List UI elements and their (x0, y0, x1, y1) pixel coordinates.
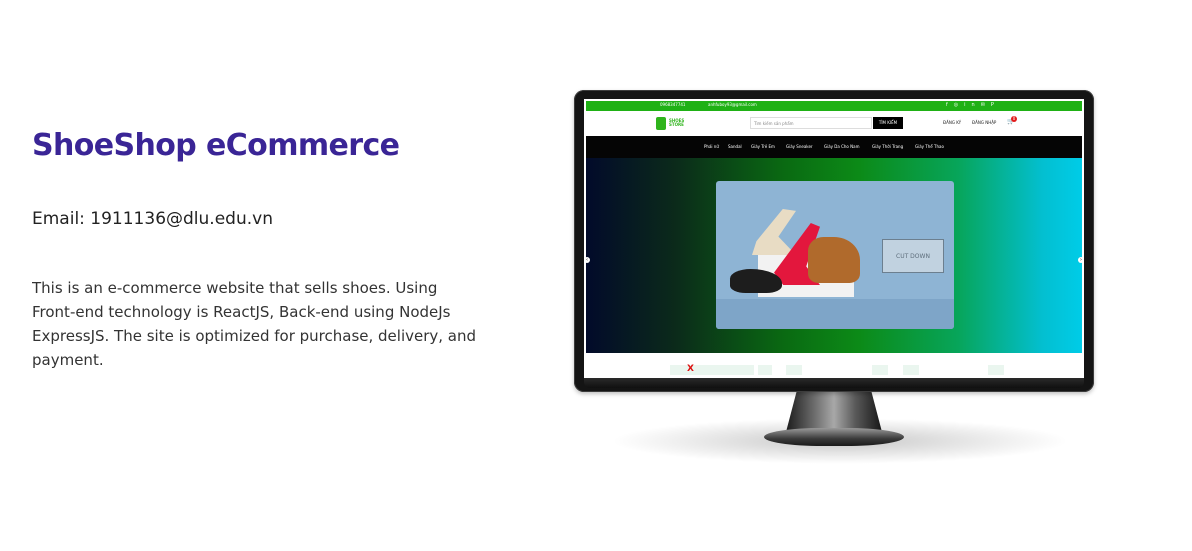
monitor-chin (584, 378, 1084, 388)
description-line: Front-end technology is ReactJS, Back-en… (32, 303, 451, 321)
project-info: ShoeShop eCommerce Email: 1911136@dlu.ed… (32, 0, 484, 551)
hero-sign: CUT DOWN (882, 239, 944, 273)
instagram-icon[interactable]: ◎ (954, 102, 964, 108)
nav-item[interactable]: Phái nữ (704, 144, 719, 149)
preview-hero-slider: ‹ › CUT DOWN (584, 158, 1084, 353)
nav-item[interactable]: Sandal (728, 144, 742, 149)
brand-tile (872, 365, 888, 375)
description-line: payment. (32, 351, 104, 369)
nav-item[interactable]: Giày Thể Thao (915, 144, 944, 149)
preview-phone: 0968347741 (660, 102, 686, 107)
brand-x-logo-icon: X (687, 364, 694, 374)
slider-prev-arrow-icon[interactable]: ‹ (584, 257, 590, 263)
facebook-icon[interactable]: f (946, 102, 954, 108)
website-preview-screen: 0968347741 anhfuboy93@gmail.com f◎in✉P S… (584, 99, 1084, 378)
preview-register-link[interactable]: ĐĂNG KÝ (943, 120, 961, 125)
brown-oxford-shoe (808, 237, 860, 283)
preview-logo-text: SHOES STORE (669, 118, 685, 127)
slider-next-arrow-icon[interactable]: › (1078, 257, 1084, 263)
beige-heel-shoe (752, 209, 796, 255)
preview-search-input[interactable]: Tìm kiếm sản phẩm (750, 117, 872, 129)
description-line: ExpressJS. The site is optimized for pur… (32, 327, 477, 345)
project-description: This is an e-commerce website that sells… (32, 276, 484, 372)
preview-email: anhfuboy93@gmail.com (708, 102, 757, 107)
brand-tile (670, 365, 754, 375)
project-email: Email: 1911136@dlu.edu.vn (32, 209, 273, 229)
pinterest-icon[interactable]: P (991, 102, 1000, 108)
preview-social-icons: f◎in✉P (946, 102, 1000, 108)
nav-item[interactable]: Giày Trẻ Em (751, 144, 775, 149)
project-title: ShoeShop eCommerce (32, 128, 400, 163)
shopping-bag-icon (656, 117, 666, 130)
monitor-stand-neck (786, 388, 882, 432)
nav-item[interactable]: Giày Sneaker (786, 144, 813, 149)
brand-tile (758, 365, 772, 375)
linkedin-icon[interactable]: in (964, 102, 981, 108)
preview-header: SHOES STORE Tìm kiếm sản phẩm TÌM KIẾM Đ… (586, 111, 1082, 135)
brand-tile (786, 365, 802, 375)
preview-logo[interactable]: SHOES STORE (656, 114, 690, 132)
preview-login-link[interactable]: ĐĂNG NHẬP (972, 120, 996, 125)
brand-tile (903, 365, 919, 375)
nav-item[interactable]: Giày Thời Trang (872, 144, 903, 149)
monitor-stand-base (764, 428, 904, 446)
description-line: This is an e-commerce website that sells… (32, 279, 438, 297)
preview-brand-strip: X (586, 353, 1082, 377)
mail-icon[interactable]: ✉ (981, 102, 991, 108)
hero-slide-image: CUT DOWN (716, 181, 954, 329)
preview-topbar: 0968347741 anhfuboy93@gmail.com f◎in✉P (586, 101, 1082, 111)
cart-count-badge: 0 (1011, 116, 1017, 122)
preview-nav: Phái nữ Sandal Giày Trẻ Em Giày Sneaker … (586, 136, 1082, 158)
nav-item[interactable]: Giày Da Cho Nam (824, 144, 860, 149)
preview-search-button[interactable]: TÌM KIẾM (873, 117, 903, 129)
brand-tile (988, 365, 1004, 375)
